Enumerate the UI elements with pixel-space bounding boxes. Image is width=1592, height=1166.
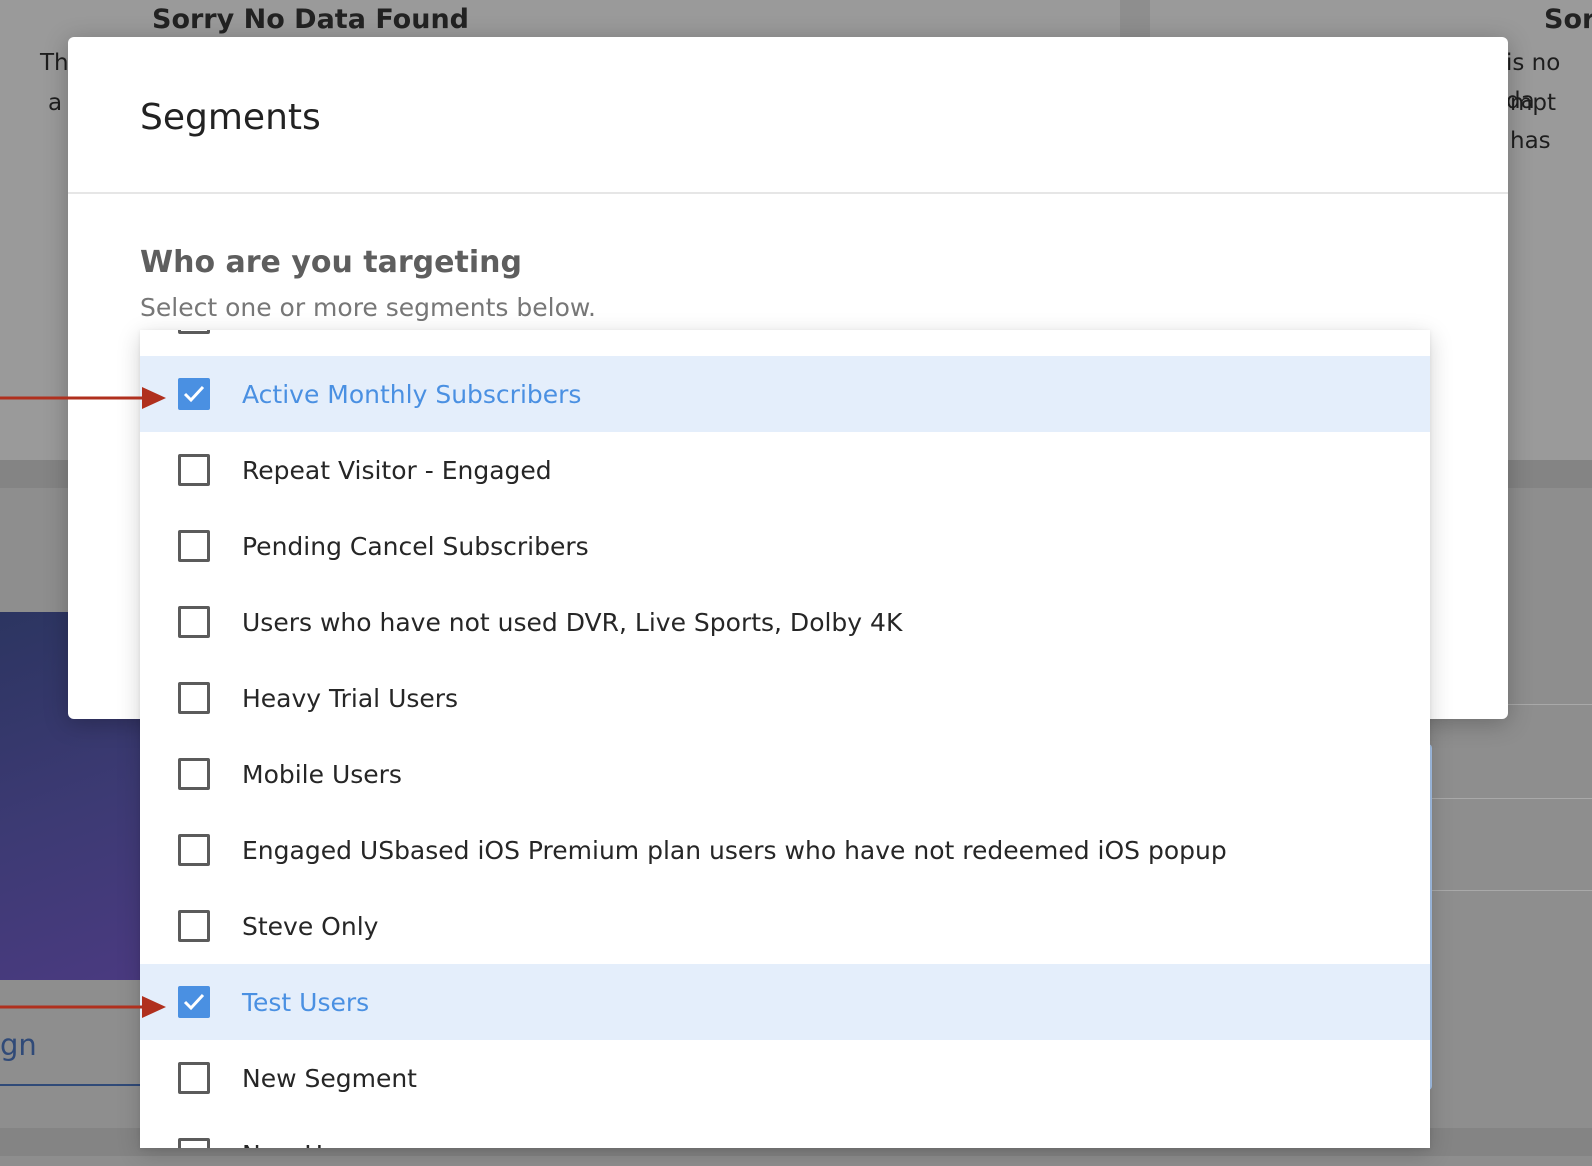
background-divider (1430, 890, 1592, 891)
segment-option[interactable]: Active Monthly Subscribers (140, 356, 1430, 432)
background-card-title: Sor (1544, 4, 1592, 35)
background-link: gn (0, 1028, 37, 1062)
segment-option[interactable]: Steve Only (140, 888, 1430, 964)
background-divider (1430, 798, 1592, 799)
segment-dropdown[interactable]: Active Monthly Subscribers Repeat Visitor… (140, 330, 1430, 1148)
segment-option-label: New Segment (242, 1063, 417, 1093)
segment-option[interactable]: Pending Cancel Subscribers (140, 508, 1430, 584)
section-heading: Who are you targeting (140, 245, 522, 280)
segment-option[interactable]: Mobile Users (140, 736, 1430, 812)
segment-option-label: Repeat Visitor - Engaged (242, 455, 552, 485)
arrow-right-icon (0, 996, 166, 1018)
background-divider (1500, 704, 1592, 705)
segment-option[interactable]: Repeat Visitor - Engaged (140, 432, 1430, 508)
segment-option-label: Test Users (242, 987, 370, 1017)
checkbox-checked[interactable] (178, 986, 210, 1018)
segment-option-label: Heavy Trial Users (242, 683, 459, 713)
background-link-underline (0, 1084, 140, 1086)
checkbox[interactable] (178, 330, 210, 334)
checkbox[interactable] (178, 454, 210, 486)
segment-option[interactable]: Heavy Trial Users (140, 660, 1430, 736)
segment-option-label: Active Monthly Subscribers (242, 379, 582, 409)
segment-option-label: Pending Cancel Subscribers (242, 531, 589, 561)
background-card-text: Th (40, 50, 69, 76)
checkbox[interactable] (178, 606, 210, 638)
segment-option[interactable]: Test Users (140, 964, 1430, 1040)
background-card-text: a (48, 90, 63, 116)
background-card-title: Sorry No Data Found (152, 4, 469, 35)
checkbox-checked[interactable] (178, 378, 210, 410)
section-help-text: Select one or more segments below. (140, 293, 596, 322)
modal-title: Segments (140, 97, 321, 138)
segment-option[interactable]: Users who have not used DVR, Live Sports… (140, 584, 1430, 660)
background-card-text: mpt has (1510, 90, 1557, 154)
segment-option-label: Mobile Users (242, 759, 402, 789)
checkmark-icon (183, 385, 205, 403)
checkbox[interactable] (178, 682, 210, 714)
checkmark-icon (183, 993, 205, 1011)
checkbox[interactable] (178, 834, 210, 866)
checkbox[interactable] (178, 530, 210, 562)
segment-option-label: Steve Only (242, 911, 379, 941)
modal-divider (68, 192, 1508, 194)
segment-option[interactable] (140, 330, 1430, 356)
segment-option[interactable]: Engaged USbased iOS Premium plan users w… (140, 812, 1430, 888)
segment-option[interactable]: New Segment (140, 1040, 1430, 1116)
checkbox[interactable] (178, 758, 210, 790)
segment-option-list: Active Monthly Subscribers Repeat Visitor… (140, 330, 1430, 1148)
segment-option[interactable]: New Users (140, 1116, 1430, 1148)
segment-option-label: Engaged USbased iOS Premium plan users w… (242, 835, 1227, 865)
checkbox[interactable] (178, 1138, 210, 1148)
checkbox[interactable] (178, 910, 210, 942)
segment-option-label: New Users (242, 1140, 374, 1149)
checkbox[interactable] (178, 1062, 210, 1094)
segment-option-label: Users who have not used DVR, Live Sports… (242, 607, 903, 637)
arrow-right-icon (0, 387, 166, 409)
